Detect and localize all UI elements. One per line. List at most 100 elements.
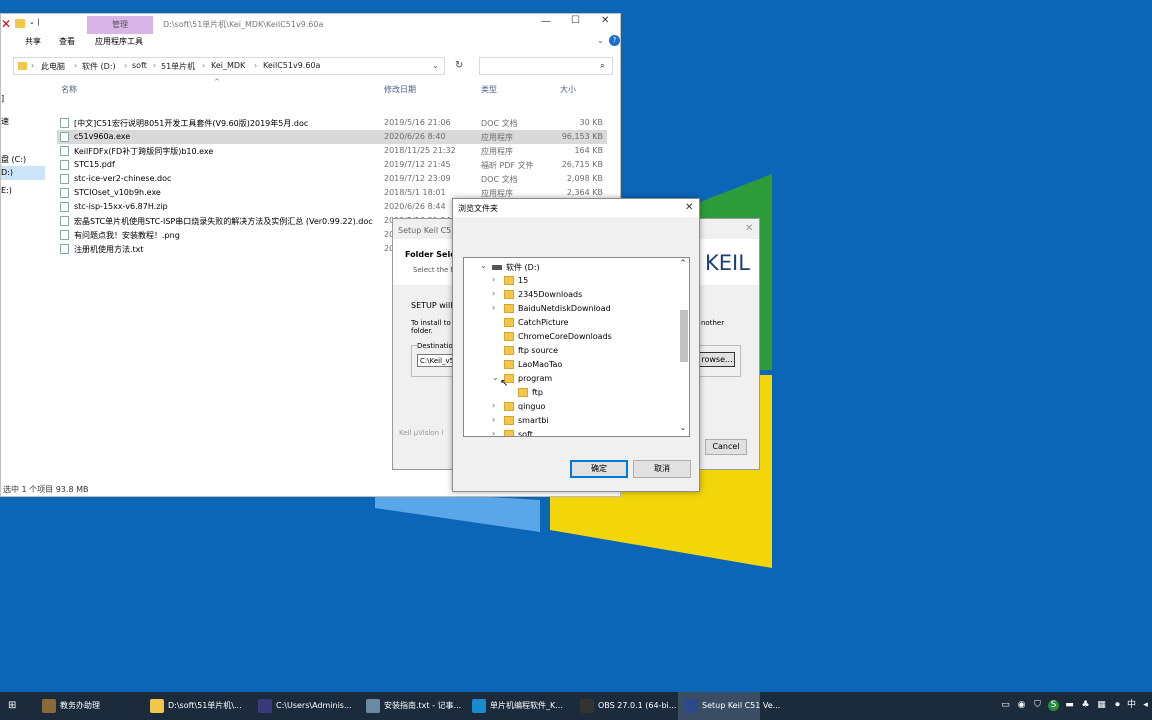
breadcrumb-soft[interactable]: soft	[132, 61, 147, 70]
app-icon	[42, 699, 56, 713]
breadcrumb-keilc51[interactable]: KeilC51v9.60a	[263, 61, 320, 70]
expand-chevron-icon[interactable]: ›	[492, 303, 495, 312]
address-dropdown-icon[interactable]: ⌄	[432, 61, 439, 70]
tree-item-drive-d[interactable]: ⌄ 软件 (D:)	[480, 260, 670, 274]
expand-chevron-icon[interactable]: ›	[492, 429, 495, 436]
breadcrumb-sep-icon[interactable]: ›	[31, 61, 34, 70]
ime-indicator[interactable]: 中	[1126, 700, 1137, 711]
tree-item[interactable]: LaoMaoTao	[492, 358, 672, 372]
expand-chevron-icon[interactable]: ›	[492, 289, 495, 298]
nav-item-drive-d-selected[interactable]: D:)	[1, 166, 45, 180]
expand-chevron-icon[interactable]: ›	[492, 275, 495, 284]
nav-item-drive-c[interactable]: 盘 (C:)	[1, 154, 26, 165]
breadcrumb-drive-d[interactable]: 软件 (D:)	[82, 61, 116, 72]
address-bar[interactable]: › 此电脑 › 软件 (D:) › soft › 51单片机 › Kei_MDK…	[13, 57, 445, 75]
tray-icon[interactable]: ♣	[1080, 700, 1091, 711]
close-icon[interactable]: ✕	[601, 15, 609, 26]
microphone-icon[interactable]: ⏺	[1112, 700, 1123, 711]
breadcrumb-this-pc[interactable]: 此电脑	[41, 61, 65, 72]
nav-item[interactable]: ]	[1, 94, 4, 103]
tree-item[interactable]: ftp source	[492, 344, 672, 358]
column-header-size[interactable]: 大小	[560, 84, 576, 95]
refresh-icon[interactable]: ↻	[455, 60, 463, 71]
tree-item[interactable]: CatchPicture	[492, 316, 672, 330]
close-red-icon[interactable]: ✕	[1, 17, 11, 31]
table-row[interactable]: KeilFDFx(FD补丁跨版同字版)b10.exe 2018/11/25 21:…	[57, 144, 607, 158]
expand-chevron-icon[interactable]: ›	[492, 401, 495, 410]
app-icon	[472, 699, 486, 713]
expand-chevron-icon[interactable]: ›	[492, 415, 495, 424]
tray-icon[interactable]: ▭	[1000, 700, 1011, 711]
scroll-down-icon[interactable]: ⌄	[680, 424, 686, 432]
tree-item[interactable]: › BaiduNetdiskDownload	[492, 302, 672, 316]
breadcrumb-sep-icon[interactable]: ›	[153, 61, 156, 70]
folder-icon	[504, 290, 514, 299]
browse-button[interactable]: rowse...	[699, 352, 735, 367]
notification-badge-icon[interactable]: S	[1048, 700, 1059, 711]
tree-item[interactable]: › 2345Downloads	[492, 288, 672, 302]
taskbar-item[interactable]: 单片机编程软件_K...	[466, 692, 570, 720]
nav-item[interactable]: 速	[1, 116, 9, 127]
search-input[interactable]: ⌕	[479, 57, 613, 75]
folder-tray-icon[interactable]: ▬	[1064, 700, 1075, 711]
column-header-name[interactable]: 名称	[61, 84, 77, 95]
tree-item[interactable]: › soft	[492, 428, 672, 436]
cancel-button[interactable]: 取消	[633, 460, 691, 478]
tree-item[interactable]: › qinguo	[492, 400, 672, 414]
file-name: 注册机使用方法.txt	[74, 245, 144, 254]
tab-share[interactable]: 共享	[25, 36, 41, 47]
column-header-date[interactable]: 修改日期	[384, 84, 416, 95]
breadcrumb-kei-mdk[interactable]: Kei_MDK	[211, 61, 245, 70]
breadcrumb-51mcu[interactable]: 51单片机	[161, 61, 195, 72]
tree-item[interactable]: ChromeCoreDownloads	[492, 330, 672, 344]
tab-view[interactable]: 查看	[59, 36, 75, 47]
column-header-type[interactable]: 类型	[481, 84, 497, 95]
tab-app-tools[interactable]: 应用程序工具	[95, 36, 143, 47]
taskbar-item[interactable]: Setup Keil C51 Ve...	[678, 692, 780, 720]
tray-icon[interactable]: ⛉	[1032, 700, 1043, 711]
scroll-thumb[interactable]	[680, 310, 688, 362]
breadcrumb-sep-icon[interactable]: ›	[202, 61, 205, 70]
volume-icon[interactable]: ◂	[1140, 700, 1151, 711]
table-row[interactable]: c51v960a.exe 2020/6/26 8:40 应用程序 96,153 KB	[57, 130, 607, 144]
tray-icon[interactable]: ◉	[1016, 700, 1027, 711]
tree-item[interactable]: › 15	[492, 274, 672, 288]
collapse-chevron-icon[interactable]: ⌄	[480, 261, 487, 270]
explorer-titlebar: ✕ ⌄ | 管理 D:\soft\51单片机\Kei_MDK\KeilC51v9…	[1, 14, 620, 34]
task-view-icon[interactable]: ⊞	[8, 700, 16, 711]
manage-ribbon-tab[interactable]: 管理	[87, 16, 153, 34]
ok-button[interactable]: 确定	[570, 460, 628, 478]
breadcrumb-sep-icon[interactable]: ›	[74, 61, 77, 70]
file-icon	[60, 202, 69, 212]
breadcrumb-sep-icon[interactable]: ›	[254, 61, 257, 70]
network-icon[interactable]: ▦	[1096, 700, 1107, 711]
dialog-close-icon[interactable]: ✕	[685, 202, 693, 213]
table-row[interactable]: stc-ice-ver2-chinese.doc 2019/7/12 23:09 D…	[57, 172, 607, 186]
taskbar-item[interactable]: 教务办助理	[36, 692, 140, 720]
setup-close-icon[interactable]: ✕	[745, 223, 753, 234]
help-icon[interactable]: ?	[609, 35, 620, 46]
quick-access-dropdown-icon[interactable]: ⌄ |	[29, 18, 39, 26]
maximize-icon[interactable]: ☐	[571, 15, 580, 26]
nav-item-drive-e[interactable]: E:)	[1, 186, 12, 195]
tree-item[interactable]: ftp	[506, 386, 686, 400]
setup-cancel-button[interactable]: Cancel	[705, 439, 747, 455]
breadcrumb-sep-icon[interactable]: ›	[124, 61, 127, 70]
tree-item[interactable]: › smartbi	[492, 414, 672, 428]
ribbon-expand-icon[interactable]: ⌄	[597, 36, 604, 45]
table-row[interactable]: STC15.pdf 2019/7/12 21:45 福昕 PDF 文件 26,715 …	[57, 158, 607, 172]
taskbar-item[interactable]: C:\Users\Adminis...	[252, 692, 356, 720]
taskbar-item[interactable]: D:\soft\51单片机\...	[144, 692, 248, 720]
taskbar-item[interactable]: 安装指南.txt - 记事...	[360, 692, 464, 720]
app-icon	[258, 699, 272, 713]
scroll-up-icon[interactable]: ^	[680, 259, 686, 267]
folder-tree[interactable]: ⌄ 软件 (D:) › 15 › 2345Downloads › BaiduNetdisk…	[463, 257, 690, 437]
expand-chevron-icon[interactable]: ⌄	[492, 373, 499, 382]
taskbar-item[interactable]: OBS 27.0.1 (64-bi...	[574, 692, 676, 720]
tree-scrollbar[interactable]: ^ ⌄	[678, 258, 689, 436]
folder-icon	[518, 388, 528, 397]
destination-path-field[interactable]: C:\Keil_v5	[417, 354, 457, 367]
table-row[interactable]: [中文]C51宏行说明8051开发工具套件(V9.60版)2019年5月.doc…	[57, 116, 607, 130]
minimize-icon[interactable]: —	[541, 16, 551, 27]
tree-item[interactable]: ⌄ program	[492, 372, 672, 386]
